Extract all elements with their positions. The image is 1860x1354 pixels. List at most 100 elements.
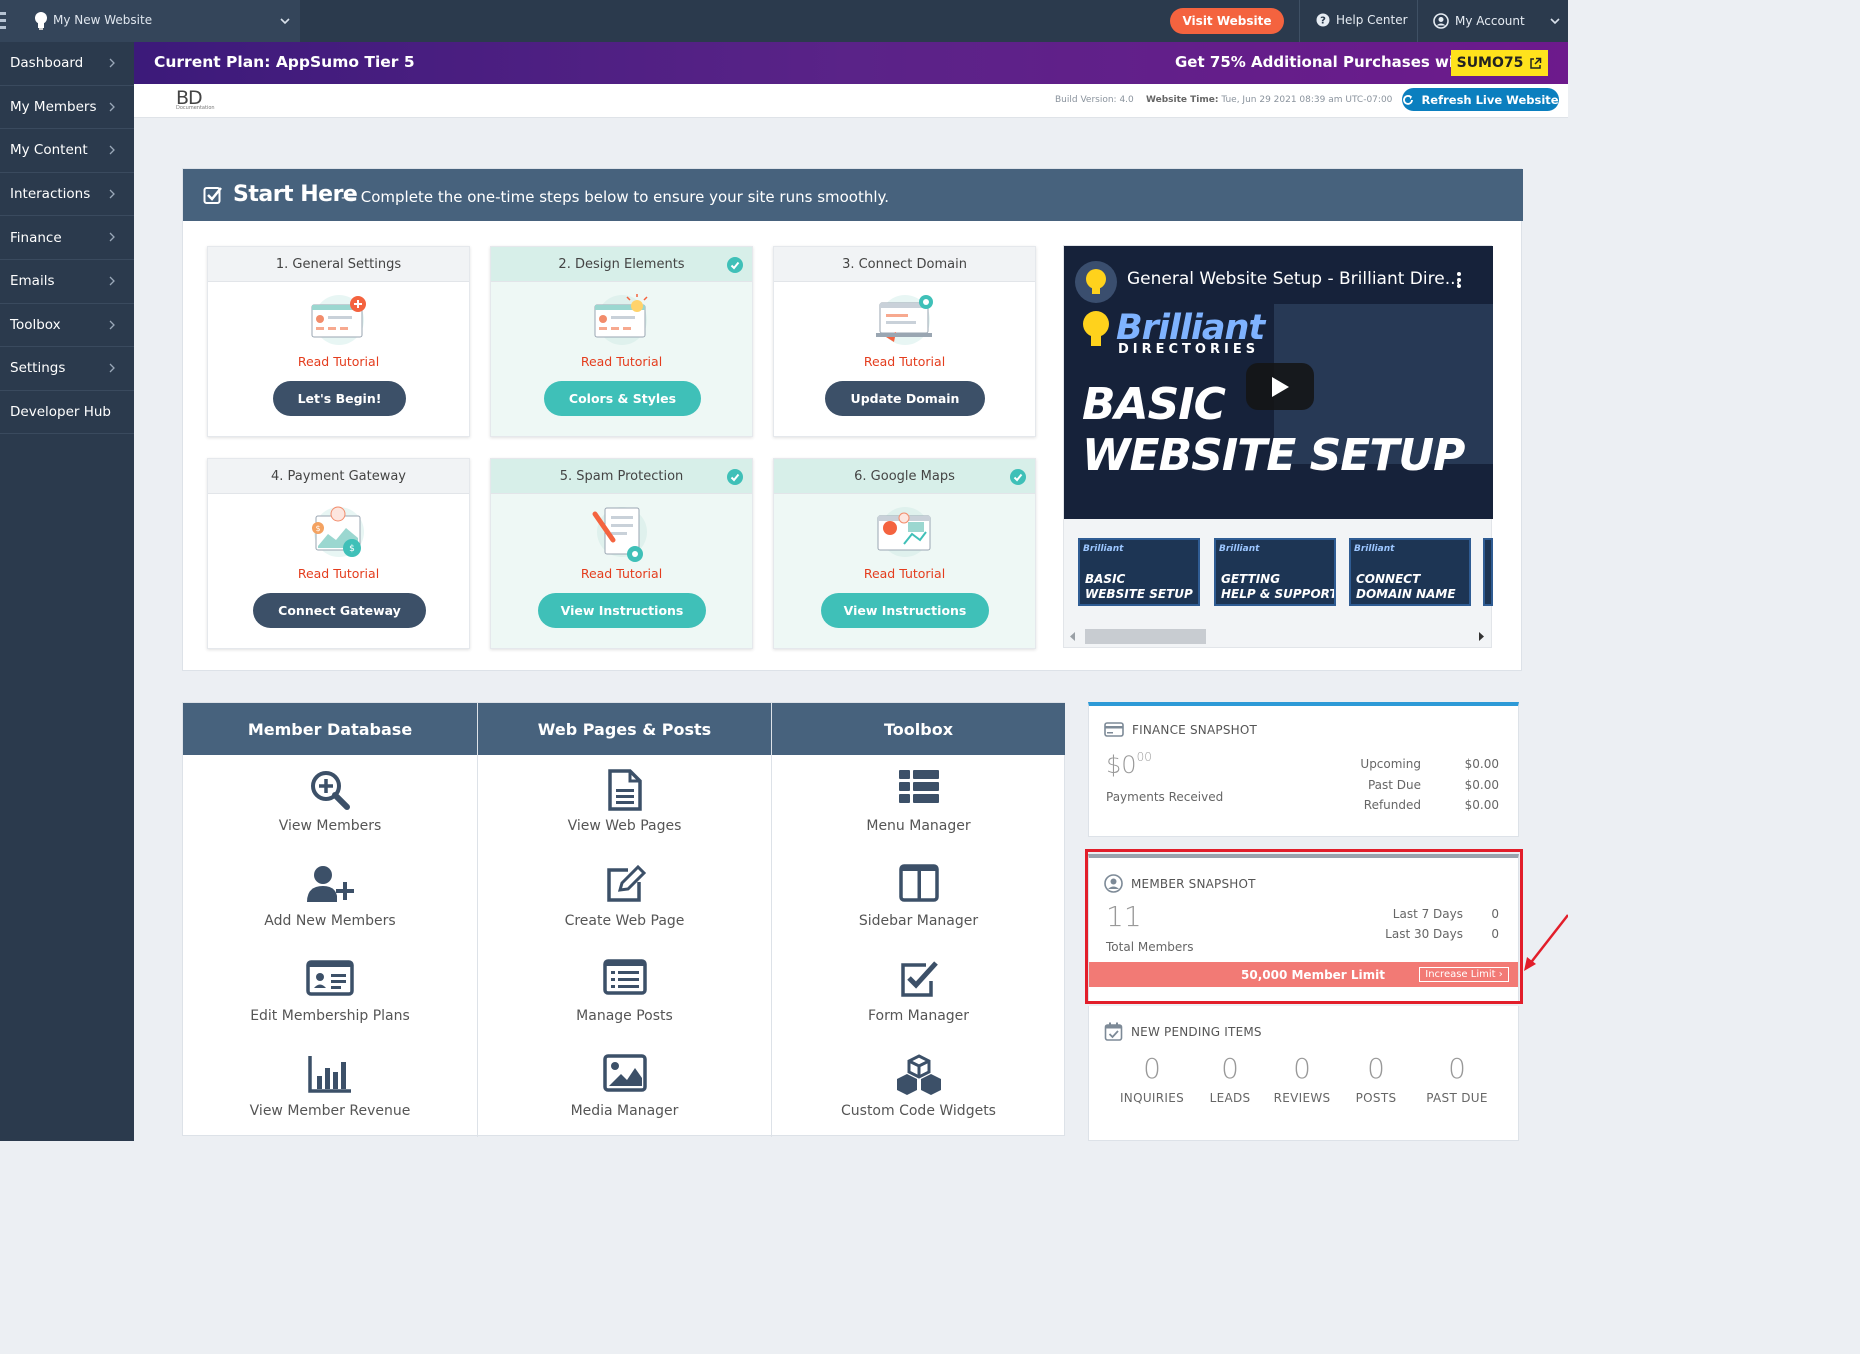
read-tutorial-link[interactable]: Read Tutorial — [208, 566, 469, 581]
sidebar-item-settings[interactable]: Settings — [0, 347, 134, 391]
lets-begin-button[interactable]: Let's Begin! — [273, 381, 406, 416]
form-manager-tool[interactable]: Form Manager — [772, 947, 1065, 1042]
thumbnail-scrollbar[interactable] — [1064, 626, 1493, 646]
user-circle-icon — [1433, 13, 1449, 29]
custom-code-widgets-tool[interactable]: Custom Code Widgets — [772, 1042, 1065, 1137]
more-options-icon[interactable] — [1456, 271, 1462, 289]
sidebar-item-interactions[interactable]: Interactions — [0, 173, 134, 217]
website-time: Website Time: Tue, Jun 29 2021 08:39 am … — [1146, 95, 1393, 105]
tool-label: Edit Membership Plans — [250, 1008, 410, 1024]
pending-inquiries[interactable]: 0 INQUIRIES — [1107, 1052, 1197, 1105]
video-headline-1: BASIC — [1082, 379, 1226, 430]
media-manager-tool[interactable]: Media Manager — [478, 1042, 771, 1137]
pending-items-header: NEW PENDING ITEMS — [1104, 1022, 1262, 1041]
sidebar-item-developer-hub[interactable]: Developer Hub — [0, 391, 134, 435]
calendar-check-icon — [1104, 1022, 1123, 1041]
card-title: 1. General Settings — [275, 256, 402, 272]
my-account-label: My Account — [1455, 14, 1525, 28]
view-instructions-button[interactable]: View Instructions — [538, 593, 706, 628]
chevron-right-icon — [109, 189, 115, 199]
read-tutorial-link[interactable]: Read Tutorial — [774, 566, 1035, 581]
build-version: Build Version: 4.0 — [1055, 95, 1134, 105]
add-new-members-tool[interactable]: Add New Members — [183, 852, 477, 947]
column-header: Toolbox — [772, 703, 1065, 755]
chevron-down-icon[interactable] — [1549, 16, 1561, 26]
create-web-page-tool[interactable]: Create Web Page — [478, 852, 771, 947]
top-navbar: My New Website Visit Website ? Help Cent… — [0, 0, 1568, 42]
video-thumbnail[interactable]: Brilliant BASIC WEBSITE SETUP — [1078, 538, 1200, 606]
thumb-brand: Brilliant — [1354, 544, 1395, 554]
colors-styles-button[interactable]: Colors & Styles — [544, 381, 701, 416]
quick-tools-panel: Member Database View Members Add New Mem… — [182, 702, 1065, 1137]
sidebar-item-my-members[interactable]: My Members — [0, 86, 134, 130]
chevron-right-icon — [109, 102, 115, 112]
view-instructions-button[interactable]: View Instructions — [821, 593, 989, 628]
start-here-header: Start Here — Complete the one-time steps… — [183, 169, 1523, 221]
sidebar-item-finance[interactable]: Finance — [0, 216, 134, 260]
view-members-tool[interactable]: View Members — [183, 757, 477, 852]
menu-icon[interactable] — [0, 12, 6, 33]
sidebar-item-dashboard[interactable]: Dashboard — [0, 42, 134, 86]
member-snapshot-title: MEMBER SNAPSHOT — [1131, 876, 1256, 891]
chevron-right-icon — [109, 363, 115, 373]
read-tutorial-link[interactable]: Read Tutorial — [491, 566, 752, 581]
read-tutorial-link[interactable]: Read Tutorial — [208, 354, 469, 369]
scroll-left-icon[interactable] — [1070, 632, 1076, 641]
external-link-icon — [1530, 57, 1542, 69]
column-header: Web Pages & Posts — [478, 703, 771, 755]
sidebar-item-toolbox[interactable]: Toolbox — [0, 304, 134, 348]
plan-banner: Current Plan: AppSumo Tier 5 Get 75% Add… — [134, 42, 1568, 84]
menu-manager-tool[interactable]: Menu Manager — [772, 757, 1065, 852]
connect-gateway-button[interactable]: Connect Gateway — [253, 593, 426, 628]
read-tutorial-link[interactable]: Read Tutorial — [491, 354, 752, 369]
columns-icon — [898, 864, 939, 902]
edit-membership-plans-tool[interactable]: Edit Membership Plans — [183, 947, 477, 1042]
sidebar-item-emails[interactable]: Emails — [0, 260, 134, 304]
video-thumbnail[interactable]: Brilliant GETTING HELP & SUPPORT — [1214, 538, 1336, 606]
help-center-link[interactable]: ? Help Center — [1316, 13, 1408, 27]
scroll-right-icon[interactable] — [1479, 632, 1485, 641]
scrollbar-thumb[interactable] — [1085, 629, 1206, 644]
tool-label: View Web Pages — [567, 818, 682, 834]
chevron-down-icon[interactable] — [279, 16, 291, 26]
increase-limit-button[interactable]: Increase Limit › — [1419, 967, 1509, 982]
read-tutorial-link[interactable]: Read Tutorial — [774, 354, 1035, 369]
checkbox-icon — [203, 187, 222, 204]
tool-label: Create Web Page — [564, 913, 685, 929]
video-player[interactable]: General Website Setup - Brilliant Dire..… — [1064, 246, 1493, 519]
web-pages-posts-column: Web Pages & Posts View Web Pages Create … — [477, 703, 771, 1137]
view-web-pages-tool[interactable]: View Web Pages — [478, 757, 771, 852]
promo-code-button[interactable]: SUMO75 — [1451, 50, 1548, 76]
maps-illustration-icon — [877, 507, 931, 557]
video-thumbnail-partial[interactable] — [1483, 538, 1493, 606]
video-thumbnail[interactable]: Brilliant CONNECT DOMAIN NAME — [1349, 538, 1471, 606]
sidebar-item-label: Settings — [10, 360, 66, 377]
website-selector[interactable]: My New Website — [0, 0, 300, 42]
lightbulb-icon — [1075, 261, 1117, 346]
sidebar-manager-tool[interactable]: Sidebar Manager — [772, 852, 1065, 947]
pending-past-due[interactable]: 0 PAST DUE — [1412, 1052, 1502, 1105]
pending-posts[interactable]: 0 POSTS — [1331, 1052, 1421, 1105]
play-button[interactable] — [1246, 363, 1314, 410]
refresh-live-website-button[interactable]: Refresh Live Website — [1402, 88, 1559, 111]
manage-posts-tool[interactable]: Manage Posts — [478, 947, 771, 1042]
check-square-icon — [900, 961, 938, 997]
my-account-menu[interactable]: My Account — [1433, 13, 1525, 29]
tool-label: Add New Members — [264, 913, 396, 929]
tool-label: Form Manager — [867, 1008, 970, 1024]
refresh-icon — [1403, 94, 1414, 105]
tool-label: Menu Manager — [866, 818, 971, 834]
divider — [1299, 0, 1300, 42]
chevron-right-icon — [109, 145, 115, 155]
sidebar-item-my-content[interactable]: My Content — [0, 129, 134, 173]
setup-card-payment-gateway: 4. Payment Gateway $ $ Read Tutorial Conn… — [207, 458, 470, 649]
tool-label: Sidebar Manager — [858, 913, 979, 929]
view-member-revenue-tool[interactable]: View Member Revenue — [183, 1042, 477, 1137]
thumb-title-2: DOMAIN NAME — [1356, 587, 1456, 601]
tool-label: Media Manager — [570, 1103, 679, 1119]
card-title: 4. Payment Gateway — [270, 468, 406, 484]
update-domain-button[interactable]: Update Domain — [825, 381, 985, 416]
promo-text: Get 75% Additional Purchases with — [1175, 53, 1472, 71]
visit-website-button[interactable]: Visit Website — [1170, 8, 1284, 34]
new-pending-items-panel: NEW PENDING ITEMS 0 INQUIRIES 0 LEADS 0 REV… — [1088, 1006, 1519, 1141]
